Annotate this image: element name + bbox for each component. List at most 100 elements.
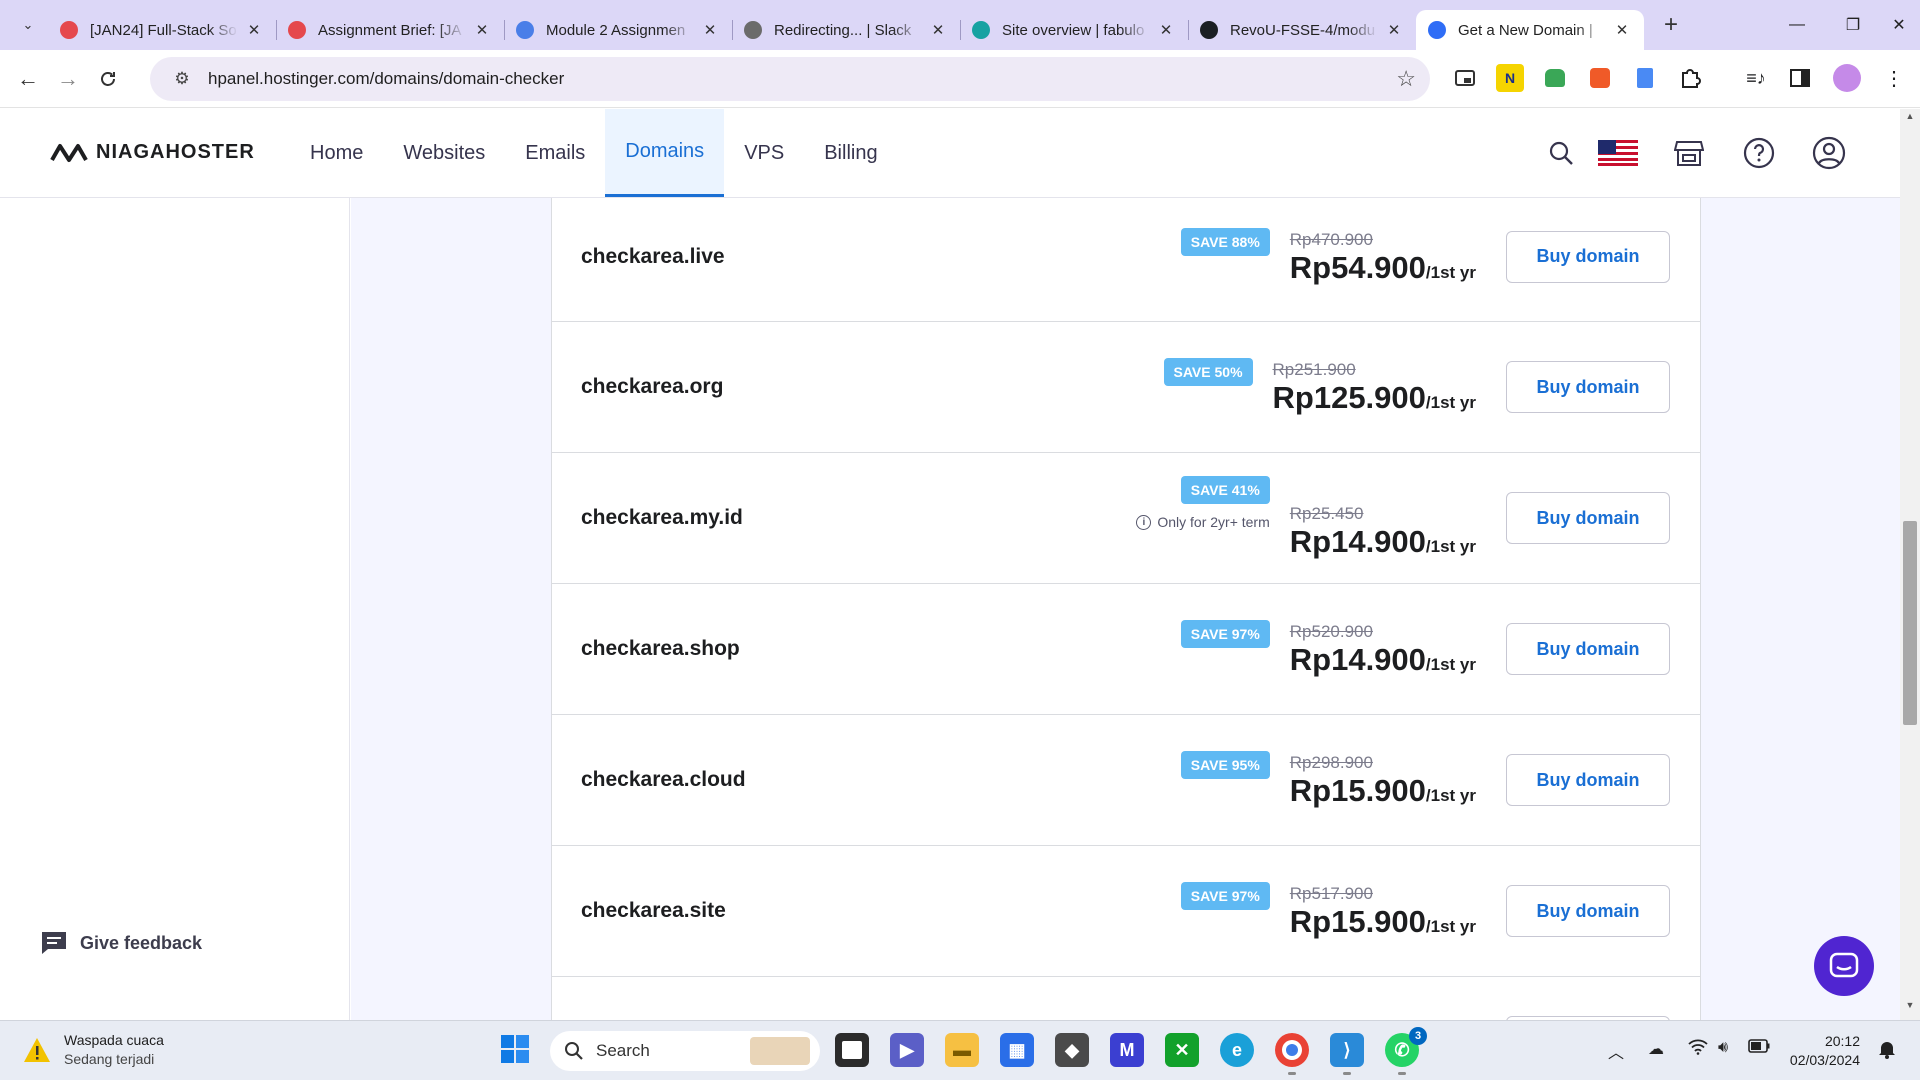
bookmark-star-icon[interactable]: ☆	[1396, 66, 1416, 92]
nav-home[interactable]: Home	[290, 109, 383, 197]
original-price: Rp470.900	[1289, 229, 1373, 249]
teams-meet-icon[interactable]: ▶	[890, 1033, 924, 1067]
extension-yellow-icon[interactable]: N	[1496, 64, 1524, 92]
vscode-icon[interactable]: ⟩	[1330, 1033, 1364, 1075]
nav-vps[interactable]: VPS	[724, 109, 804, 197]
niagahoster-logo[interactable]: NIAGAHOSTER	[50, 141, 255, 164]
tab-close-icon[interactable]: ✕	[244, 21, 264, 39]
extension-android-icon[interactable]	[1541, 64, 1569, 92]
discount-column: SAVE 88%	[1180, 227, 1270, 256]
address-bar[interactable]: ⚙ hpanel.hostinger.com/domains/domain-ch…	[150, 57, 1430, 101]
github-icon	[1200, 21, 1218, 39]
us-flag-icon[interactable]	[1596, 131, 1640, 175]
price-period: /1st yr	[1425, 786, 1476, 805]
restore-window-button[interactable]: ❐	[1828, 0, 1878, 50]
media-control-icon[interactable]: ≡♪	[1742, 64, 1770, 92]
browser-tab[interactable]: [JAN24] Full-Stack So ✕	[48, 10, 276, 50]
buy-domain-button[interactable]: Buy domain	[1506, 754, 1670, 806]
tab-close-icon[interactable]: ✕	[700, 21, 720, 39]
nav-domains[interactable]: Domains	[605, 109, 725, 197]
new-tab-button[interactable]: +	[1654, 8, 1688, 42]
scrollbar-thumb[interactable]	[1903, 521, 1917, 725]
pen-app-icon[interactable]: M	[1110, 1033, 1144, 1067]
back-button[interactable]: ←	[8, 59, 48, 99]
extensions-puzzle-icon[interactable]	[1676, 64, 1704, 92]
page-scrollbar[interactable]: ▲ ▼	[1900, 109, 1920, 1020]
price-period: /1st yr	[1425, 917, 1476, 936]
battery-icon[interactable]	[1748, 1039, 1770, 1058]
chat-support-button[interactable]	[1814, 936, 1874, 996]
profile-avatar[interactable]	[1833, 64, 1861, 92]
tab-close-icon[interactable]: ✕	[1384, 21, 1404, 39]
reload-button[interactable]	[88, 59, 128, 99]
onedrive-icon[interactable]: ☁	[1648, 1039, 1664, 1059]
buy-domain-button[interactable]: Buy domain	[1506, 492, 1670, 544]
wifi-icon[interactable]	[1688, 1039, 1708, 1060]
edge-icon[interactable]: e	[1220, 1033, 1254, 1067]
show-hidden-icons-chevron-icon[interactable]: ︿	[1608, 1039, 1624, 1063]
minimize-window-button[interactable]: —	[1766, 0, 1828, 50]
tab-close-icon[interactable]: ✕	[928, 21, 948, 39]
account-icon[interactable]	[1807, 131, 1851, 175]
tab-close-icon[interactable]: ✕	[1156, 21, 1176, 39]
browser-tab[interactable]: Get a New Domain | ✕	[1416, 10, 1644, 50]
chrome-icon[interactable]	[1275, 1033, 1309, 1075]
side-panel-icon[interactable]	[1786, 64, 1814, 92]
microsoft-store-icon[interactable]: ▦	[1000, 1033, 1034, 1067]
volume-icon[interactable]: 🔊︎	[1718, 1039, 1728, 1057]
nav-billing[interactable]: Billing	[804, 109, 897, 197]
taskbar-clock[interactable]: 20:12 02/03/2024	[1790, 1032, 1860, 1070]
whatsapp-icon[interactable]: ✆ 3	[1385, 1027, 1427, 1075]
browser-tab-strip: ⌄ [JAN24] Full-Stack So ✕ Assignment Brief…	[0, 0, 1920, 50]
price-block: SAVE 97% Rp517.900 Rp15.900/1st yr	[1180, 882, 1476, 940]
task-view-icon[interactable]	[835, 1033, 869, 1067]
xbox-icon[interactable]: ✕	[1165, 1033, 1199, 1067]
niagahoster-icon	[1428, 21, 1446, 39]
notifications-bell-icon[interactable]	[1878, 1039, 1896, 1064]
nav-emails[interactable]: Emails	[505, 109, 605, 197]
taskbar-search-box[interactable]: Search	[550, 1031, 820, 1071]
original-price: Rp25.450	[1289, 504, 1364, 523]
file-explorer-icon[interactable]: ▬	[945, 1033, 979, 1067]
scroll-down-arrow[interactable]: ▼	[1900, 1000, 1920, 1018]
help-icon[interactable]	[1737, 131, 1781, 175]
browser-tab[interactable]: Module 2 Assignmen ✕	[504, 10, 732, 50]
tab-close-icon[interactable]: ✕	[472, 21, 492, 39]
url-text[interactable]: hpanel.hostinger.com/domains/domain-chec…	[208, 69, 564, 89]
buy-domain-button[interactable]: Buy domain	[1506, 361, 1670, 413]
save-badge: SAVE 50%	[1163, 358, 1253, 386]
forward-button[interactable]: →	[48, 59, 88, 99]
search-icon[interactable]	[1539, 131, 1583, 175]
close-window-button[interactable]: ✕	[1878, 0, 1920, 50]
store-icon[interactable]	[1667, 131, 1711, 175]
browser-menu-icon[interactable]: ⋮	[1880, 64, 1908, 92]
cube-app-icon[interactable]: ◆	[1055, 1033, 1089, 1067]
buy-domain-button[interactable]: Buy domain	[1506, 230, 1670, 283]
tab-search-menu-button[interactable]: ⌄	[8, 8, 48, 42]
give-feedback-button[interactable]: Give feedback	[40, 930, 202, 956]
tab-title: Site overview | fabulo	[1002, 21, 1145, 39]
browser-tab[interactable]: Assignment Brief: [JA ✕	[276, 10, 504, 50]
discount-column: SAVE 41% i Only for 2yr+ term	[1136, 476, 1270, 530]
browser-tab[interactable]: Site overview | fabulo ✕	[960, 10, 1188, 50]
weather-widget[interactable]: Waspada cuaca Sedang terjadi	[22, 1031, 164, 1069]
browser-tab[interactable]: RevoU-FSSE-4/modu ✕	[1188, 10, 1416, 50]
cast-icon[interactable]	[1451, 64, 1479, 92]
tab-close-icon[interactable]: ✕	[1612, 21, 1632, 39]
original-price: Rp251.900	[1272, 360, 1356, 379]
info-icon: i	[1136, 514, 1152, 530]
site-info-icon[interactable]: ⚙	[162, 69, 202, 89]
buy-domain-button[interactable]: Buy domain	[1506, 623, 1670, 675]
buy-domain-button[interactable]: Buy domain	[1506, 885, 1670, 937]
extension-orange-icon[interactable]	[1586, 64, 1614, 92]
extension-clipboard-icon[interactable]	[1631, 64, 1659, 92]
domain-row: checkarea.live SAVE 88% Rp470.900 Rp54.900/…	[551, 198, 1701, 322]
browser-tab[interactable]: Redirecting... | Slack ✕	[732, 10, 960, 50]
windows-start-button[interactable]	[500, 1034, 530, 1069]
domain-name: checkarea.site	[581, 899, 726, 922]
scroll-up-arrow[interactable]: ▲	[1900, 111, 1920, 129]
nav-websites[interactable]: Websites	[383, 109, 505, 197]
whatsapp-badge: 3	[1409, 1027, 1427, 1045]
tab-title: Get a New Domain |	[1458, 21, 1593, 39]
prices: Rp25.450 Rp14.900/1st yr	[1290, 504, 1476, 560]
